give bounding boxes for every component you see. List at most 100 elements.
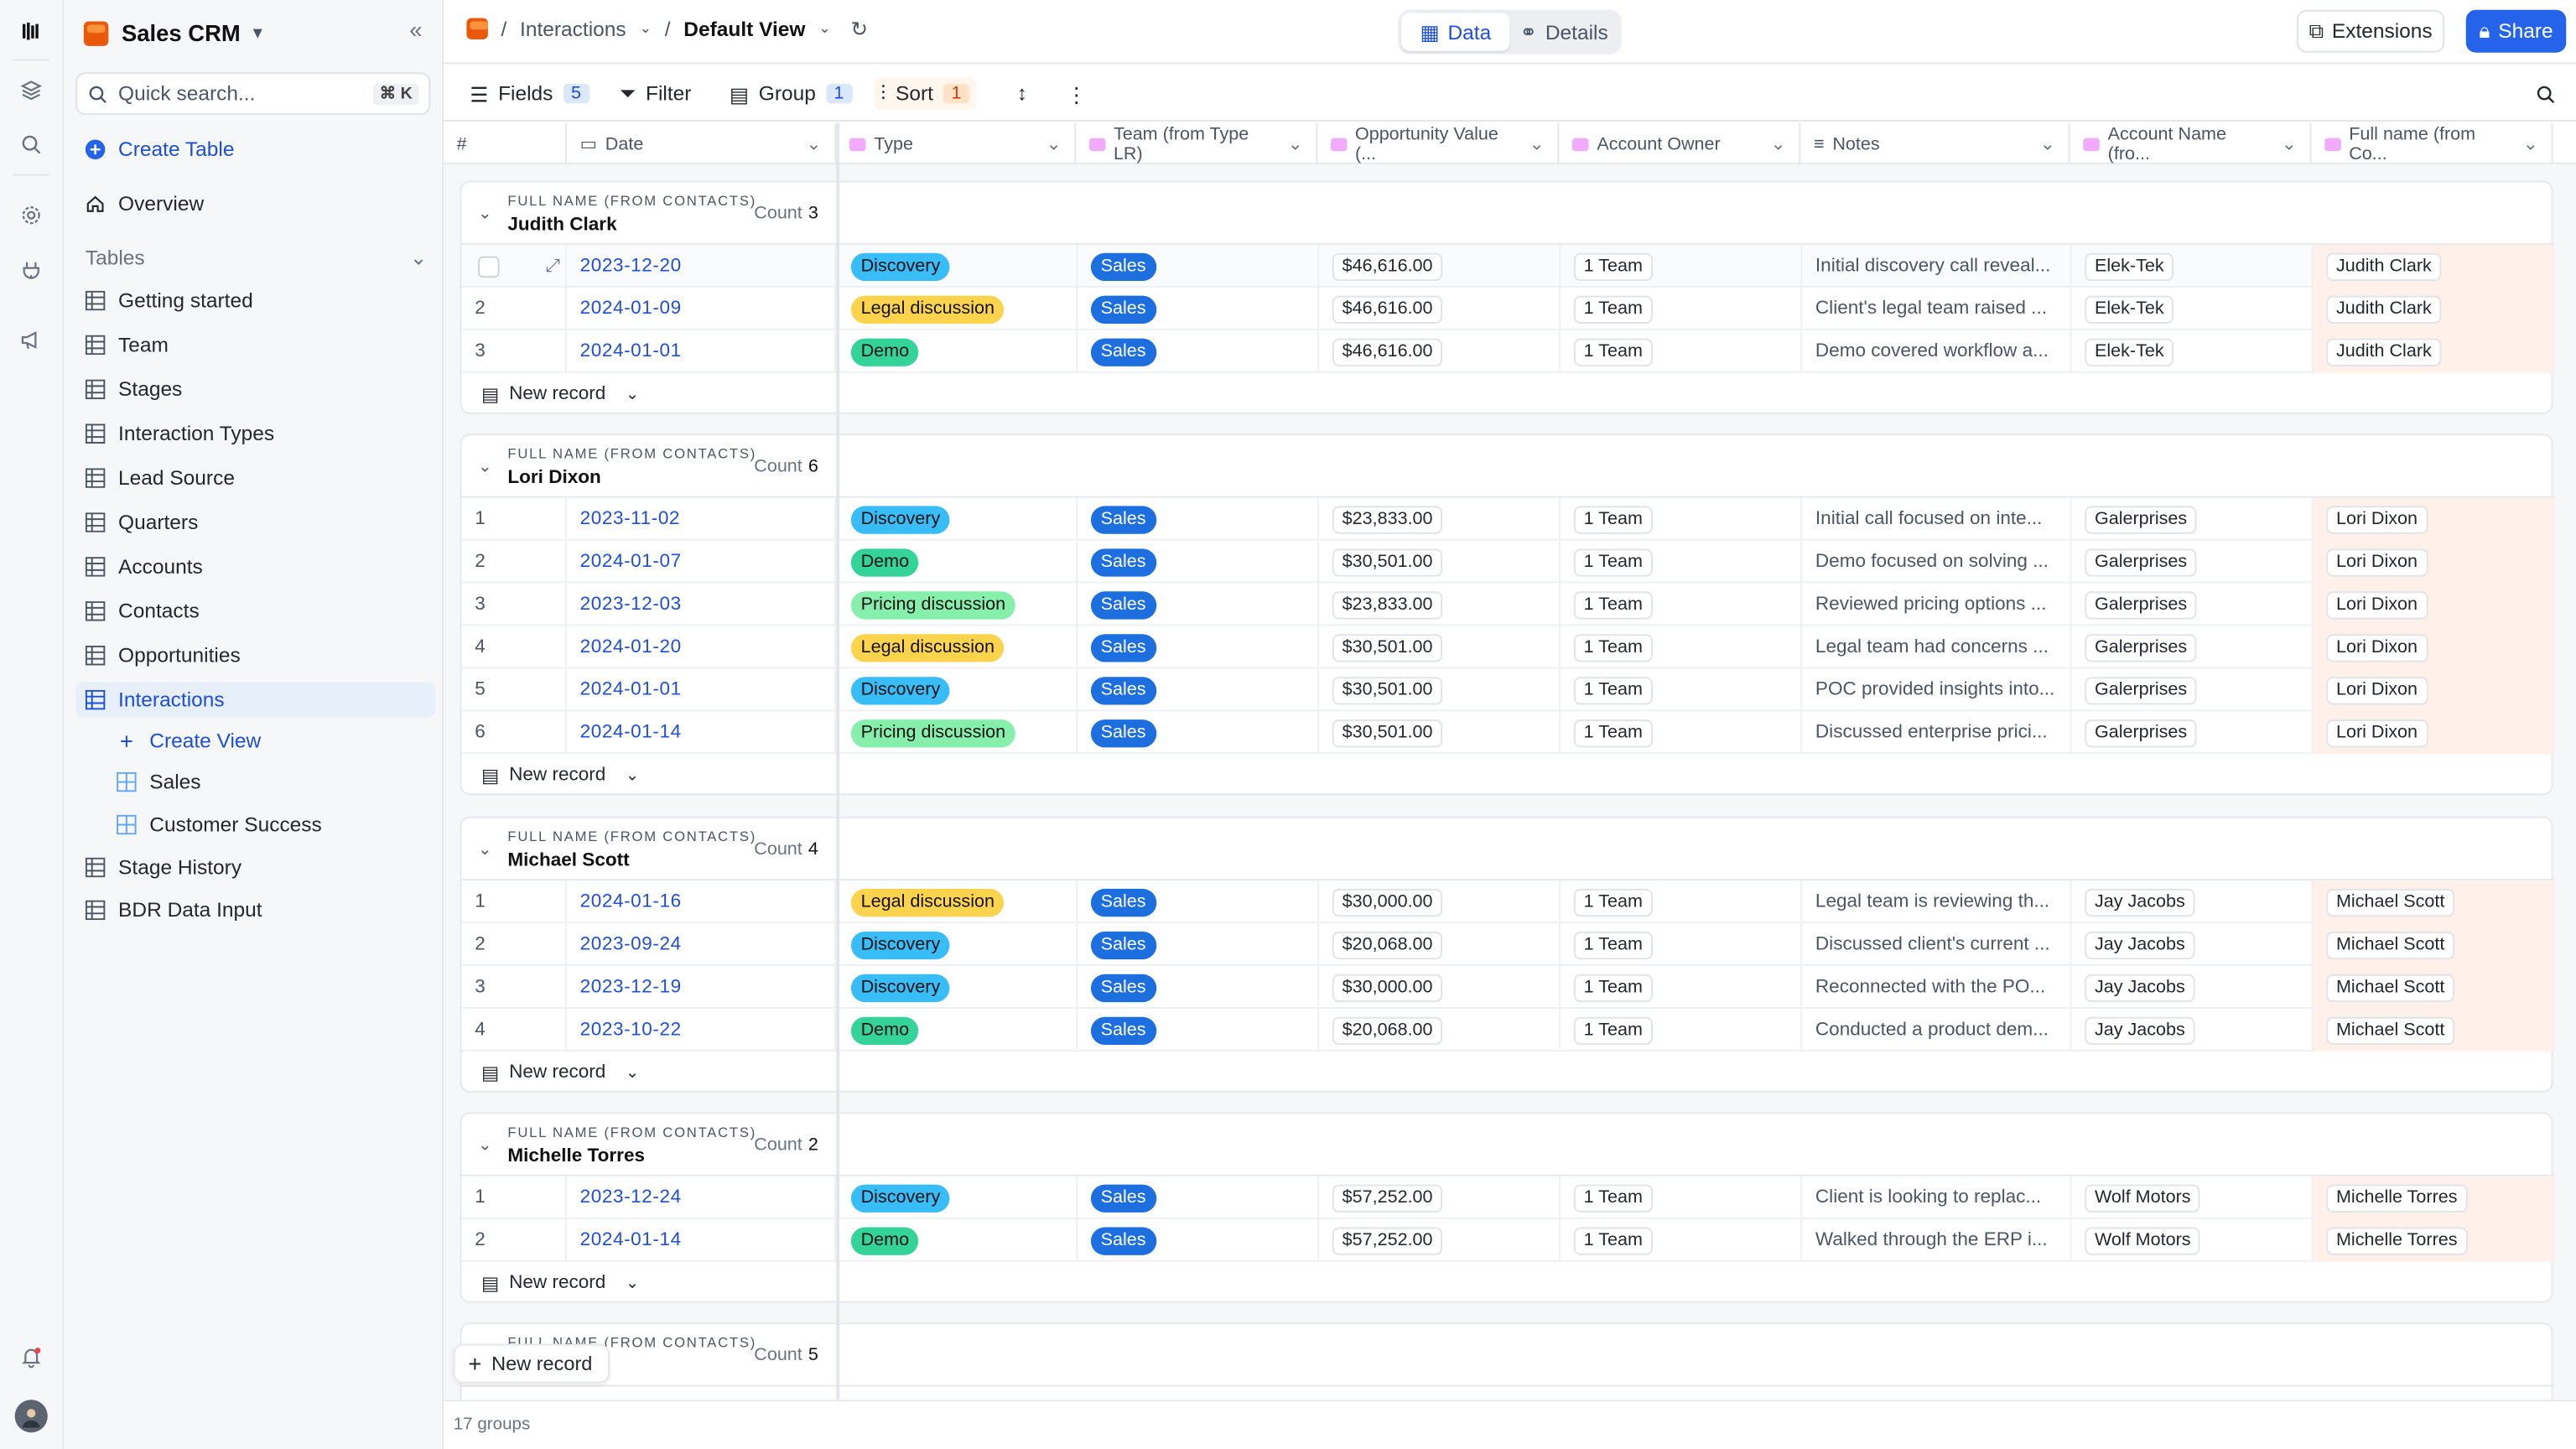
table-row[interactable]: 1 2023-11-02 Discovery Sales $23,833.00 1 Tea… <box>461 497 2555 541</box>
account-owner-cell[interactable]: 1 Team <box>1561 923 1803 967</box>
account-name-cell[interactable]: Galerprises <box>2072 540 2314 584</box>
team-cell[interactable]: Sales <box>1078 668 1320 712</box>
opportunity-value-cell[interactable]: $46,616.00 <box>1319 287 1561 330</box>
full-name-cell[interactable]: Lori Dixon <box>2313 626 2555 669</box>
type-cell[interactable]: Discovery <box>838 1176 1078 1219</box>
full-name-cell[interactable]: Judith Clark <box>2313 287 2555 330</box>
breadcrumb-view[interactable]: Default View <box>683 18 805 40</box>
date-cell[interactable]: 2024-01-14 <box>567 711 837 755</box>
table-row[interactable]: 2 2024-01-14 Demo Sales $57,252.00 1 Team Walk… <box>461 1218 2555 1262</box>
extensions-button[interactable]: ⧉ Extensions <box>2296 9 2445 53</box>
account-name-cell[interactable]: Jay Jacobs <box>2072 966 2314 1009</box>
table-row[interactable]: 4 2023-10-22 Demo Sales $20,068.00 1 Team Cond… <box>461 1008 2555 1052</box>
expand-record-icon[interactable]: ⤢ <box>545 256 559 277</box>
team-cell[interactable]: Sales <box>1078 880 1320 924</box>
notes-cell[interactable]: Demo covered workflow a... <box>1802 330 2072 373</box>
share-button[interactable]: 🔒︎ Share <box>2465 9 2567 53</box>
notes-cell[interactable]: Discussed client's current ... <box>1802 923 2072 967</box>
type-cell[interactable]: Demo <box>838 1218 1078 1262</box>
full-name-cell[interactable]: Judith Clark <box>2313 244 2555 288</box>
notes-cell[interactable]: Initial discovery call reveal... <box>1802 244 2072 288</box>
sidebar-item-interaction-types[interactable]: Interaction Types <box>75 416 435 452</box>
date-cell[interactable]: 2024-01-14 <box>567 1218 837 1262</box>
account-name-cell[interactable]: Jay Jacobs <box>2072 880 2314 924</box>
account-owner-cell[interactable]: 1 Team <box>1561 330 1803 373</box>
new-record-button[interactable]: ▤ New record ⌄ <box>462 754 837 797</box>
type-cell[interactable]: Legal discussion <box>838 880 1078 924</box>
user-avatar[interactable] <box>14 1400 48 1433</box>
table-row[interactable]: 3 2023-12-03 Pricing discussion Sales $23,83… <box>461 583 2555 626</box>
account-name-cell[interactable]: Wolf Motors <box>2072 1176 2314 1219</box>
chevron-down-icon[interactable]: ⌄ <box>478 459 491 477</box>
full-name-cell[interactable]: Lori Dixon <box>2313 583 2555 626</box>
announcements-icon[interactable] <box>15 324 48 356</box>
sidebar-item-team[interactable]: Team <box>75 327 435 363</box>
sidebar-item-getting-started[interactable]: Getting started <box>75 283 435 319</box>
type-cell[interactable]: Discovery <box>838 668 1078 712</box>
account-name-cell[interactable]: Jay Jacobs <box>2072 1008 2314 1052</box>
opportunity-value-cell[interactable]: $30,000.00 <box>1319 880 1561 924</box>
fields-button[interactable]: ☰ Fields 5 <box>463 77 595 110</box>
date-cell[interactable]: 2023-11-02 <box>567 497 837 541</box>
type-cell[interactable]: Discovery <box>838 497 1078 541</box>
column-header-opportunity-value[interactable]: Opportunity Value (... ⌄ <box>1317 122 1560 164</box>
team-cell[interactable]: Sales <box>1078 1218 1320 1262</box>
account-owner-cell[interactable]: 1 Team <box>1561 711 1803 755</box>
sidebar-item-stage-history[interactable]: Stage History <box>75 849 435 886</box>
opportunity-value-cell[interactable]: $30,000.00 <box>1319 966 1561 1009</box>
new-record-floating-button[interactable]: + New record <box>453 1343 610 1384</box>
date-cell[interactable]: 2023-12-24 <box>567 1176 837 1219</box>
tables-section-header[interactable]: Tables ⌄ <box>86 245 428 269</box>
full-name-cell[interactable]: Michael Scott <box>2313 966 2555 1009</box>
account-name-cell[interactable]: Galerprises <box>2072 626 2314 669</box>
type-cell[interactable]: Discovery <box>838 244 1078 288</box>
full-name-cell[interactable]: Michael Scott <box>2313 923 2555 967</box>
view-item-customer-success[interactable]: Customer Success <box>106 807 435 843</box>
sidebar-item-quarters[interactable]: Quarters <box>75 504 435 540</box>
account-name-cell[interactable]: Galerprises <box>2072 497 2314 541</box>
date-cell[interactable]: 2024-01-16 <box>567 880 837 924</box>
row-select[interactable]: ⤢ <box>462 244 567 288</box>
tab-details[interactable]: ⚭ Details <box>1510 13 1618 51</box>
team-cell[interactable]: Sales <box>1078 626 1320 669</box>
search-icon[interactable] <box>2528 77 2563 110</box>
full-name-cell[interactable]: Lori Dixon <box>2313 668 2555 712</box>
group-header[interactable]: ⌄ FULL NAME (FROM CONTACTS) Judith Clark Co… <box>461 182 2555 245</box>
account-owner-cell[interactable]: 1 Team <box>1561 668 1803 712</box>
notes-cell[interactable]: Legal team had concerns ... <box>1802 626 2072 669</box>
opportunity-value-cell[interactable]: $57,252.00 <box>1319 1176 1561 1219</box>
sort-button[interactable]: ⫶ Sort 1 <box>874 77 977 111</box>
sidebar-item-contacts[interactable]: Contacts <box>75 593 435 629</box>
group-header[interactable]: ⌄ FULL NAME (FROM CONTACTS) Michael Scott C… <box>461 818 2555 881</box>
base-title[interactable]: Sales CRM ▾ <box>83 15 262 51</box>
type-cell[interactable]: Pricing discussion <box>838 711 1078 755</box>
full-name-cell[interactable]: Michelle Torres <box>2313 1218 2555 1262</box>
account-owner-cell[interactable]: 1 Team <box>1561 583 1803 626</box>
team-cell[interactable]: Sales <box>1078 711 1320 755</box>
full-name-cell[interactable]: Michael Scott <box>2313 1008 2555 1052</box>
plugins-icon[interactable] <box>15 253 48 286</box>
account-owner-cell[interactable]: 1 Team <box>1561 287 1803 330</box>
type-cell[interactable]: Legal discussion <box>838 287 1078 330</box>
account-owner-cell[interactable]: 1 Team <box>1561 1008 1803 1052</box>
full-name-cell[interactable]: Lori Dixon <box>2313 497 2555 541</box>
account-owner-cell[interactable]: 1 Team <box>1561 626 1803 669</box>
frozen-column-divider[interactable] <box>836 122 840 1400</box>
team-cell[interactable]: Sales <box>1078 923 1320 967</box>
more-options-icon[interactable]: ⋮ <box>1060 77 1093 110</box>
team-cell[interactable]: Sales <box>1078 540 1320 584</box>
date-cell[interactable]: 2023-10-22 <box>567 1008 837 1052</box>
breadcrumb-table[interactable]: Interactions <box>520 18 626 40</box>
search-icon[interactable] <box>15 128 48 161</box>
bases-icon[interactable] <box>15 74 48 106</box>
team-cell[interactable]: Sales <box>1078 497 1320 541</box>
group-button[interactable]: ▤ Group 1 <box>723 77 859 110</box>
create-table-button[interactable]: Create Table <box>75 132 435 168</box>
collapse-sidebar-icon[interactable]: « <box>409 17 422 43</box>
notes-cell[interactable]: POC provided insights into... <box>1802 668 2072 712</box>
notes-cell[interactable]: Walked through the ERP i... <box>1802 1218 2072 1262</box>
column-header-account-owner[interactable]: Account Owner ⌄ <box>1559 122 1801 164</box>
table-row[interactable]: 1 2024-01-16 Legal discussion Sales $30,000.… <box>461 880 2555 924</box>
table-row[interactable]: 6 2024-01-14 Pricing discussion Sales $30,50… <box>461 711 2555 755</box>
team-cell[interactable]: Sales <box>1078 1008 1320 1052</box>
